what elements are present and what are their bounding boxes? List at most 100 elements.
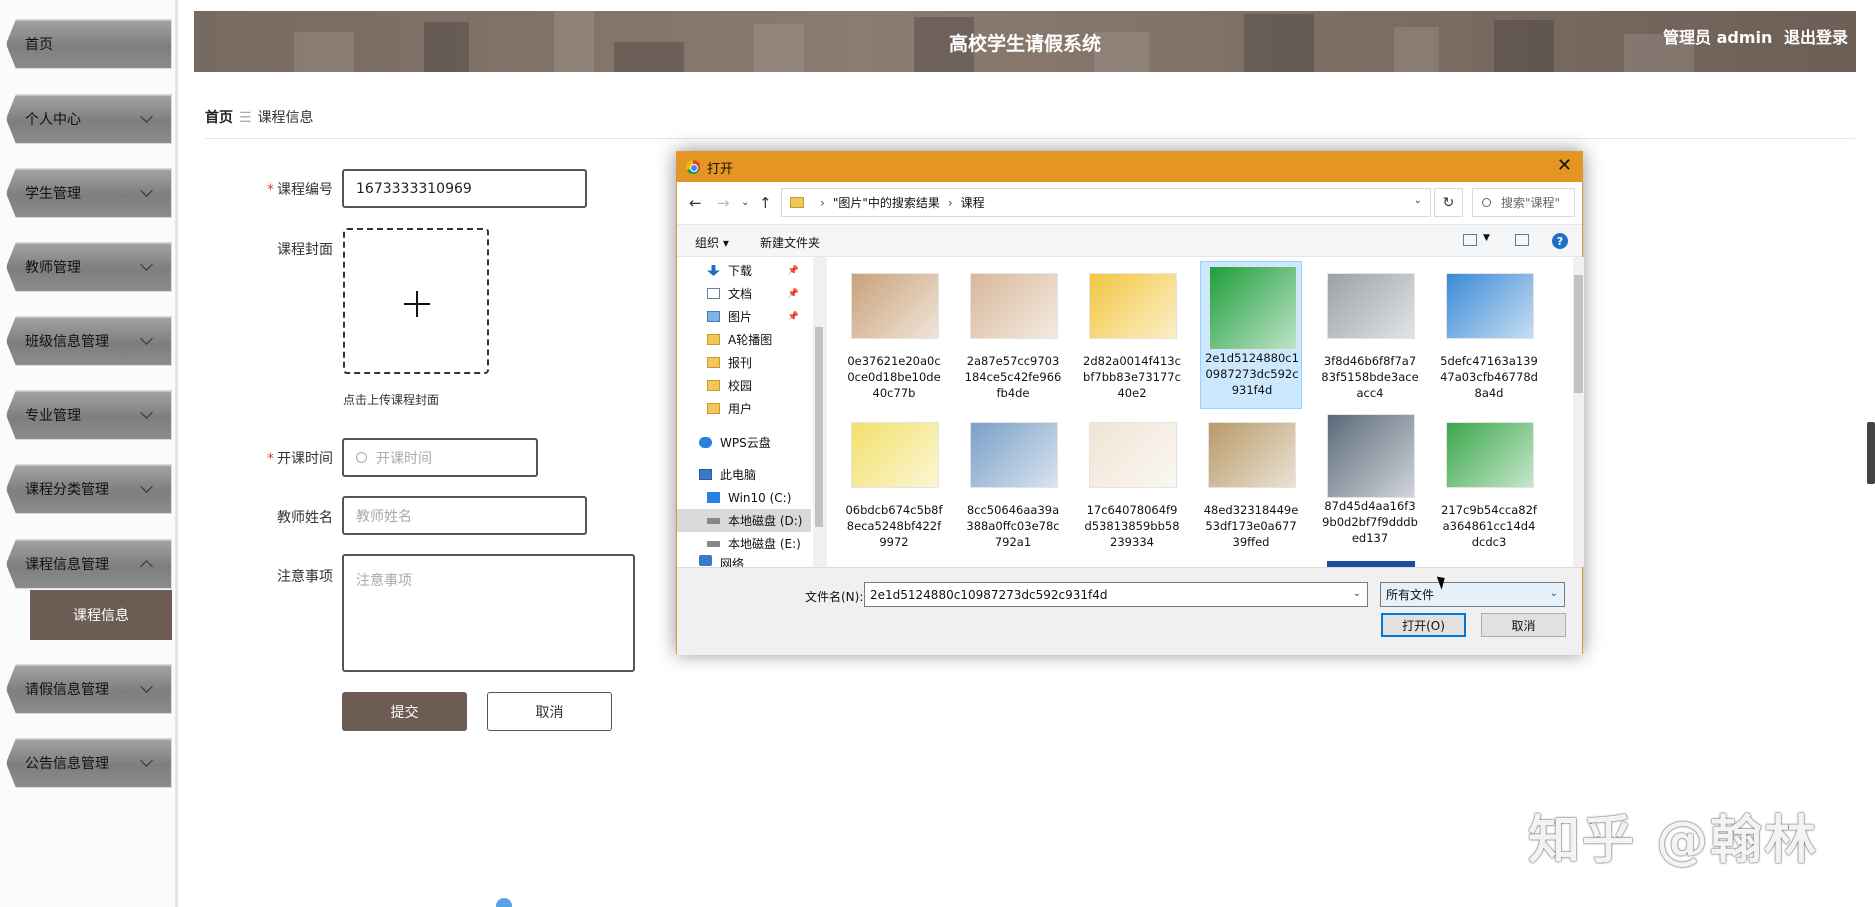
open-button[interactable]: 打开(O) [1381,613,1466,637]
course-no-input[interactable]: 1673333310969 [342,169,587,208]
nav-item-folder[interactable]: 报刊 [677,351,811,374]
nav-item-drive-d[interactable]: 本地磁盘 (D:) [677,509,811,532]
close-icon[interactable]: ✕ [1557,157,1572,175]
file-tile[interactable]: 8cc50646aa39a388a0ffc03e78c792a1 [962,414,1064,562]
refresh-icon[interactable]: ↻ [1434,188,1463,217]
search-icon [1482,198,1491,207]
upload-hint: 点击上传课程封面 [343,393,440,407]
sidebar-item-announcements[interactable]: 公告信息管理 [6,738,172,788]
nav-item-drive-c[interactable]: Win10 (C:) [677,486,811,509]
sidebar-item-leave-info[interactable]: 请假信息管理 [6,664,172,714]
back-arrow-icon[interactable]: ← [689,194,702,212]
organize-button[interactable]: 组织 ▾ [695,234,729,251]
file-name: 2d82a0014f413cbf7bb83e73177c40e2 [1083,354,1181,400]
chevron-down-icon [140,110,153,123]
filename-input[interactable]: 2e1d5124880c10987273dc592c931f4d ⌄ [864,582,1368,607]
navigation-pane: 下载 📌 文档 📌 图片 📌 A轮播图 报刊 校园 用户 WPS云盘 此电脑 Win1… [677,257,825,567]
filetype-select[interactable]: 所有文件 ⌄ [1380,582,1565,607]
file-grid: 0e37621e20a0c0ce0d18be10de40c77b 2a87e57… [827,257,1573,567]
watermark: 知乎 @翰林 [1528,811,1819,871]
sidebar: 首页 个人中心 学生管理 教师管理 班级信息管理 专业管理 课程分类管理 课程信… [0,0,178,907]
nav-item-wps-cloud[interactable]: WPS云盘 [677,431,811,454]
sidebar-item-label: 教师管理 [25,260,81,276]
divider [205,138,1855,139]
sidebar-item-classes[interactable]: 班级信息管理 [6,316,172,366]
sidebar-item-majors[interactable]: 专业管理 [6,390,172,440]
sidebar-item-personal-center[interactable]: 个人中心 [6,94,172,144]
file-tile[interactable]: 2d82a0014f413cbf7bb83e73177c40e2 [1081,265,1183,413]
file-name: 87d45d4aa16f39b0d2bf7f9dddbed137 [1322,499,1418,545]
dialog-cancel-button[interactable]: 取消 [1481,613,1566,637]
file-tile[interactable]: 48ed32318449e53df173e0a67739ffed [1200,414,1302,562]
new-folder-button[interactable]: 新建文件夹 [760,234,820,251]
file-tile[interactable]: 0e37621e20a0c0ce0d18be10de40c77b [843,265,945,413]
address-bar[interactable]: › "图片"中的搜索结果 › 课程 ⌄ [781,188,1431,217]
teacher-name-label: 教师姓名 [277,510,333,526]
nav-item-network[interactable]: 网络 [677,555,811,567]
sidebar-item-teachers[interactable]: 教师管理 [6,242,172,292]
file-tile[interactable]: 87d45d4aa16f39b0d2bf7f9dddbed137 [1319,410,1421,558]
logout-link[interactable]: 退出登录 [1784,28,1848,47]
file-name: 48ed32318449e53df173e0a67739ffed [1203,503,1299,549]
nav-item-folder[interactable]: 用户 [677,397,811,420]
cancel-button[interactable]: 取消 [487,692,612,731]
folder-icon [707,403,720,414]
sidebar-subitem-course-info[interactable]: 课程信息 [30,590,172,640]
cover-upload-box[interactable] [343,228,489,374]
start-time-picker[interactable]: 开课时间 [342,438,538,477]
file-tile[interactable]: 2a87e57cc9703184ce5c42fe966fb4de [962,265,1064,413]
nav-item-pictures[interactable]: 图片 📌 [677,305,811,328]
side-handle[interactable] [1867,422,1875,484]
forward-arrow-icon[interactable]: → [717,194,730,212]
file-name: 8cc50646aa39a388a0ffc03e78c792a1 [966,503,1060,549]
nav-item-folder[interactable]: A轮播图 [677,328,811,351]
file-scrollbar[interactable] [1573,257,1584,567]
nav-item-downloads[interactable]: 下载 📌 [677,259,811,282]
notes-textarea[interactable]: 注意事项 [342,554,635,672]
nav-item-documents[interactable]: 文档 📌 [677,282,811,305]
help-icon[interactable]: ? [1552,233,1568,249]
address-segment[interactable]: 课程 [961,194,985,211]
drive-icon [707,517,720,524]
file-tile[interactable]: 3f8d46b6f8f7a783f5158bde3aceacc4 [1319,265,1421,413]
sidebar-item-students[interactable]: 学生管理 [6,168,172,218]
teacher-name-input[interactable]: 教师姓名 [342,496,587,535]
cloud-icon [699,437,712,448]
search-input[interactable]: 搜索"课程" [1472,188,1575,217]
breadcrumb-home[interactable]: 首页 [205,110,233,126]
sidebar-item-course-info[interactable]: 课程信息管理 [6,539,172,589]
file-tile[interactable]: 17c64078064f9d53813859bb58239334 [1081,414,1183,562]
file-tile-selected[interactable]: 2e1d5124880c10987273dc592c931f4d [1200,261,1302,409]
file-tile[interactable]: 5defc47163a13947a03cfb46778d8a4d [1438,265,1540,413]
sidebar-item-label: 班级信息管理 [25,334,109,350]
file-name: 5defc47163a13947a03cfb46778d8a4d [1440,354,1538,400]
clock-icon [356,452,367,463]
chevron-down-icon[interactable]: ⌄ [1550,588,1558,599]
view-dropdown-icon[interactable]: ▼ [1483,233,1490,243]
nav-scrollbar[interactable] [813,257,825,567]
chevron-down-icon[interactable]: ⌄ [1353,588,1361,599]
file-thumbnail [1446,273,1534,339]
address-dropdown-icon[interactable]: ⌄ [1414,195,1422,206]
file-tile[interactable]: 06bdcb674c5b8f8eca5248bf422f9972 [843,414,945,562]
sidebar-item-label: 首页 [25,37,53,53]
file-name: 17c64078064f9d53813859bb58239334 [1084,503,1180,549]
filename-label: 文件名(N): [805,590,864,604]
recent-dropdown-icon[interactable]: ⌄ [741,197,749,208]
nav-item-this-pc[interactable]: 此电脑 [677,463,811,486]
folder-icon [707,380,720,391]
network-icon [699,555,712,566]
up-arrow-icon[interactable]: ↑ [759,194,772,212]
dialog-titlebar[interactable]: 打开 ✕ [677,152,1582,182]
sidebar-item-label: 课程信息管理 [25,557,109,573]
nav-item-folder[interactable]: 校园 [677,374,811,397]
submit-button[interactable]: 提交 [342,692,467,731]
view-options-icon[interactable] [1463,234,1477,246]
sidebar-item-course-categories[interactable]: 课程分类管理 [6,464,172,514]
preview-pane-icon[interactable] [1515,234,1529,246]
file-tile[interactable]: 217c9b54cca82fa364861cc14d4dcdc3 [1438,414,1540,562]
breadcrumb-separator-icon: ☰ [239,110,252,126]
nav-item-drive-e[interactable]: 本地磁盘 (E:) [677,532,811,555]
sidebar-item-home[interactable]: 首页 [6,19,172,69]
address-segment[interactable]: "图片"中的搜索结果 [833,194,940,211]
